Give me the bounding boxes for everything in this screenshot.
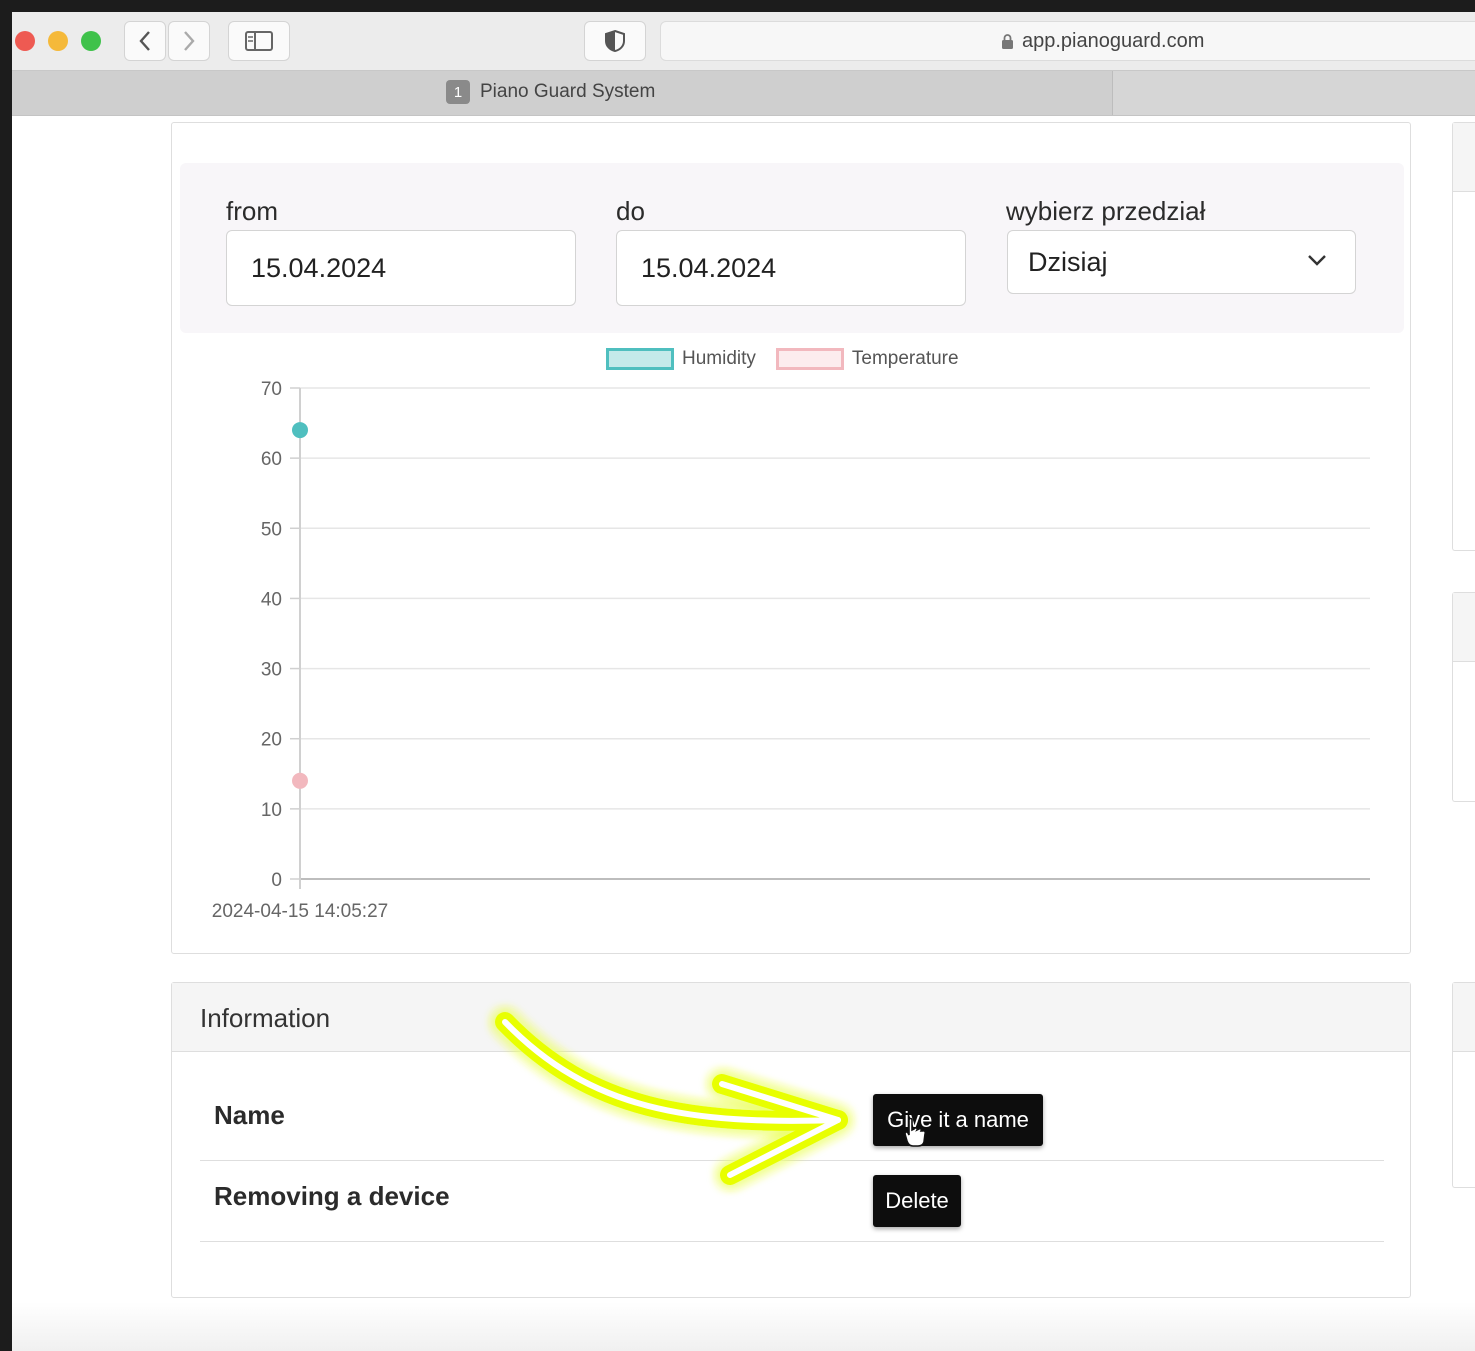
maximize-window-button[interactable] (81, 31, 101, 51)
y-tick-label: 0 (271, 870, 282, 891)
y-tick-label: 70 (261, 379, 282, 400)
side-card-header (1453, 983, 1475, 1052)
y-tick-label: 40 (261, 589, 282, 610)
lock-icon (1002, 34, 1013, 49)
information-card: Information Name Give it a name Removing… (171, 982, 1411, 1298)
data-point-temperature (292, 772, 308, 789)
to-date-input[interactable]: 15.04.2024 (616, 230, 966, 306)
side-card-header (1453, 123, 1475, 192)
remove-device-row-label: Removing a device (214, 1181, 450, 1211)
row-divider (200, 1160, 1384, 1161)
to-label: do (616, 196, 645, 226)
side-card (1452, 592, 1475, 802)
y-tick-label: 30 (261, 660, 282, 681)
side-card (1452, 982, 1475, 1188)
shield-icon (605, 29, 625, 53)
y-tick-label: 10 (261, 800, 282, 821)
forward-button[interactable] (168, 21, 210, 61)
range-select-value: Dzisiaj (1028, 246, 1108, 277)
range-label: wybierz przedział (1006, 196, 1206, 226)
range-select[interactable]: Dzisiaj (1007, 230, 1356, 294)
page-bottom (12, 1302, 1475, 1351)
x-tick-label: 2024-04-15 14:05:27 (212, 901, 388, 922)
chevron-down-icon (1308, 255, 1326, 266)
back-button[interactable] (124, 21, 166, 61)
tab-number-badge: 1 (446, 80, 470, 104)
minimize-window-button[interactable] (48, 31, 68, 51)
y-tick-label: 50 (261, 519, 282, 540)
side-card (1452, 122, 1475, 551)
delete-button[interactable]: Delete (873, 1175, 961, 1227)
browser-toolbar: app.pianoguard.com (12, 12, 1475, 70)
close-window-button[interactable] (15, 31, 35, 51)
sidebar-toggle-button[interactable] (228, 21, 290, 61)
side-card-header (1453, 593, 1475, 662)
address-bar[interactable]: app.pianoguard.com (660, 21, 1475, 61)
chevron-left-icon (139, 31, 150, 51)
sidebar-icon (245, 31, 273, 51)
row-divider (200, 1241, 1384, 1242)
from-date-input[interactable]: 15.04.2024 (226, 230, 576, 306)
line-chart: 0 10 20 30 40 50 60 70 2024-04-15 14:05:27 (212, 379, 1370, 922)
tab-piano-guard[interactable]: 1 Piano Guard System (12, 71, 1113, 115)
browser-window: app.pianoguard.com 1 Piano Guard System … (12, 12, 1475, 1351)
from-label: from (226, 196, 278, 226)
tab-title: Piano Guard System (480, 81, 656, 102)
y-tick-label: 60 (261, 449, 282, 470)
chevron-right-icon (184, 31, 195, 51)
url-text: app.pianoguard.com (1022, 30, 1205, 52)
tab-bar: 1 Piano Guard System (12, 70, 1475, 116)
data-point-humidity (292, 422, 308, 439)
information-header: Information (172, 983, 1410, 1052)
y-tick-label: 20 (261, 730, 282, 751)
privacy-shield-button[interactable] (584, 21, 646, 61)
information-title: Information (200, 1003, 331, 1033)
give-name-button[interactable]: Give it a name (873, 1094, 1043, 1146)
name-row-label: Name (214, 1100, 285, 1130)
